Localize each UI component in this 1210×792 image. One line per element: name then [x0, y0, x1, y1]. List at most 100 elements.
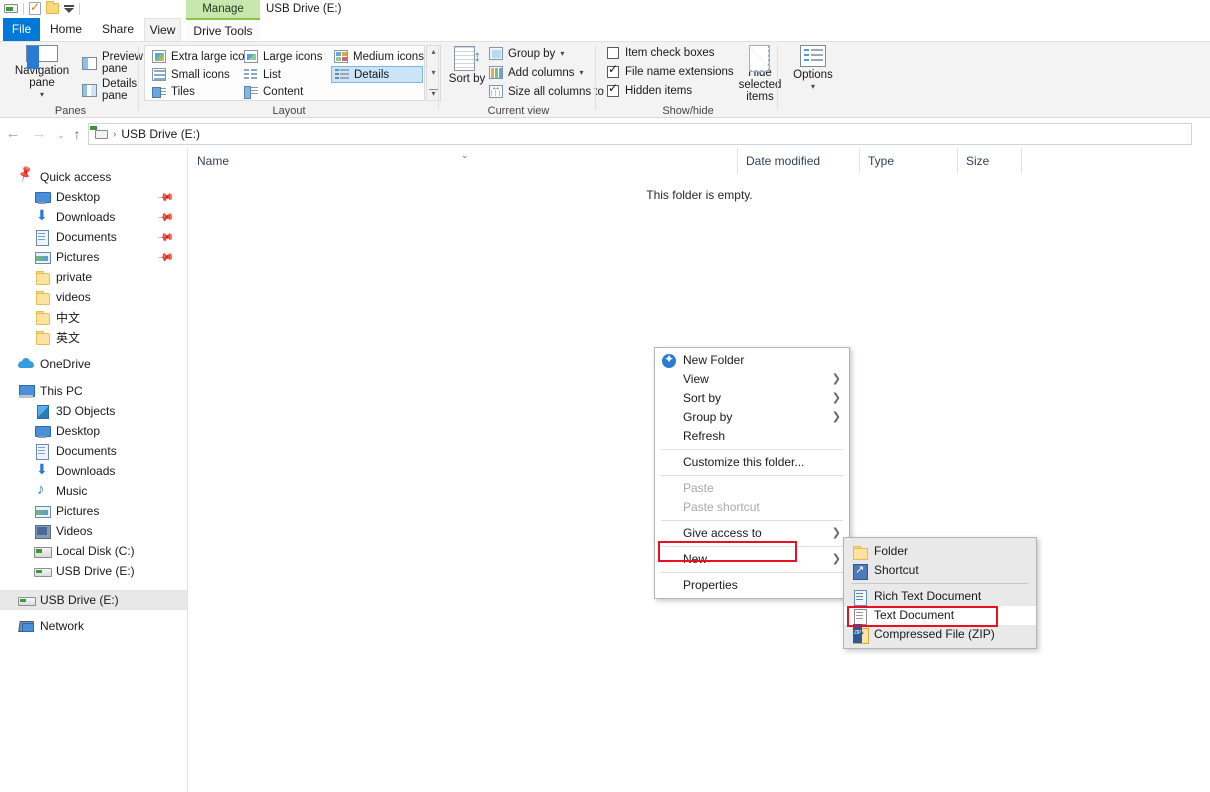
empty-folder-message: This folder is empty.	[189, 188, 1210, 202]
sidebar-item-desktop[interactable]: Desktop📌	[0, 187, 187, 207]
properties-icon[interactable]	[29, 2, 41, 15]
hidden-items-checkbox[interactable]: Hidden items	[607, 85, 692, 97]
context-menu-item-refresh[interactable]: Refresh	[655, 427, 849, 446]
layout-content[interactable]: Content	[241, 83, 329, 100]
extra-large-icons-icon	[152, 50, 166, 63]
address-input[interactable]: › USB Drive (E:)	[88, 123, 1192, 145]
pin-icon[interactable]: 📌	[157, 248, 176, 267]
sidebar-item-[interactable]: 中文	[0, 307, 187, 327]
back-button[interactable]: ←	[4, 125, 22, 143]
scroll-up-icon[interactable]: ▴	[431, 48, 435, 56]
column-header-date-modified[interactable]: Date modified	[738, 148, 860, 174]
new-submenu-item-text-document[interactable]: Text Document	[844, 606, 1036, 625]
menu-item-label: Folder	[874, 544, 908, 558]
sidebar-item-this-pc[interactable]: This PC	[0, 381, 187, 401]
column-header-blank[interactable]	[1022, 148, 1210, 174]
sidebar-item-label: Documents	[56, 230, 117, 244]
sidebar-item-videos[interactable]: videos	[0, 287, 187, 307]
layout-extra-large-icons[interactable]: Extra large icons	[149, 48, 239, 65]
context-menu-item-give-access-to[interactable]: Give access to❯	[655, 524, 849, 543]
sidebar-item-usb-drive-e[interactable]: USB Drive (E:)	[0, 561, 187, 581]
details-icon	[335, 68, 349, 81]
sidebar-item-documents[interactable]: Documents 📌	[0, 227, 187, 247]
add-columns-button[interactable]: Add columns ▾	[489, 66, 584, 79]
forward-button[interactable]: →	[30, 125, 48, 143]
layout-large-icons[interactable]: Large icons	[241, 48, 329, 65]
scroll-down-icon[interactable]: ▾	[431, 69, 435, 77]
context-menu-item-customize-this-folder[interactable]: Customize this folder...	[655, 453, 849, 472]
sidebar-item-label: videos	[56, 290, 91, 304]
this-pc-icon	[18, 383, 34, 399]
tab-view[interactable]: View	[144, 18, 181, 41]
sidebar-item-downloads[interactable]: Downloads	[0, 461, 187, 481]
column-header-size[interactable]: Size	[958, 148, 1022, 174]
layout-small-icons[interactable]: Small icons	[149, 66, 239, 83]
pin-icon[interactable]: 📌	[157, 228, 176, 247]
sidebar-item-[interactable]: 英文	[0, 327, 187, 347]
up-button[interactable]: ↑	[68, 125, 86, 143]
sidebar-item-videos[interactable]: Videos	[0, 521, 187, 541]
new-submenu-item-shortcut[interactable]: Shortcut	[844, 561, 1036, 580]
tab-home[interactable]: Home	[40, 18, 92, 41]
pin-icon[interactable]: 📌	[157, 208, 176, 227]
pin-icon[interactable]: 📌	[157, 188, 176, 207]
sidebar-item-label: Music	[56, 484, 87, 498]
file-explorer-window: Manage USB Drive (E:) File Home Share Vi…	[0, 0, 1210, 792]
sidebar-item-pictures[interactable]: Pictures📌	[0, 247, 187, 267]
sidebar-item-onedrive[interactable]: OneDrive	[0, 354, 187, 374]
sidebar-item-local-disk-c[interactable]: Local Disk (C:)	[0, 541, 187, 561]
sidebar-item-quick-access[interactable]: Quick access	[0, 167, 187, 187]
tab-drive-tools[interactable]: Drive Tools	[186, 18, 260, 41]
new-submenu-item-compressed-file-zip[interactable]: Compressed File (ZIP)	[844, 625, 1036, 644]
context-menu-item-properties[interactable]: Properties	[655, 576, 849, 595]
navigation-pane-button[interactable]: Navigation pane ▾	[8, 45, 76, 101]
tab-file[interactable]: File	[3, 18, 40, 41]
file-name-extensions-checkbox[interactable]: File name extensions	[607, 66, 734, 78]
sidebar-item-desktop[interactable]: Desktop	[0, 421, 187, 441]
sidebar-item-music[interactable]: Music	[0, 481, 187, 501]
new-folder-icon[interactable]	[46, 3, 59, 14]
sidebar-item-documents[interactable]: Documents	[0, 441, 187, 461]
sidebar-item-network[interactable]: Network	[0, 616, 187, 636]
layout-medium-icons[interactable]: Medium icons	[331, 48, 423, 65]
context-menu-item-group-by[interactable]: Group by❯	[655, 408, 849, 427]
details-pane-button[interactable]: Details pane	[82, 78, 139, 102]
gallery-more-icon[interactable]: ▾	[429, 89, 438, 98]
breadcrumb-separator-icon[interactable]: ›	[113, 129, 116, 140]
sort-by-button[interactable]: Sort by	[447, 45, 487, 101]
checkbox-icon[interactable]	[607, 47, 619, 59]
item-check-boxes-checkbox[interactable]: Item check boxes	[607, 47, 714, 59]
breadcrumb-path[interactable]: USB Drive (E:)	[121, 127, 200, 141]
sidebar-item-downloads[interactable]: Downloads📌	[0, 207, 187, 227]
zip-arrow-icon	[856, 628, 864, 634]
sidebar-item-pictures[interactable]: Pictures	[0, 501, 187, 521]
layout-tiles[interactable]: Tiles	[149, 83, 239, 100]
sidebar-item-private[interactable]: private	[0, 267, 187, 287]
sidebar-item-3d-objects[interactable]: 3D Objects	[0, 401, 187, 421]
new-submenu[interactable]: Folder Shortcut Rich Text DocumentText Doc…	[843, 537, 1037, 649]
tab-share[interactable]: Share	[92, 18, 144, 41]
preview-pane-button[interactable]: Preview pane	[82, 51, 143, 75]
menu-item-label: Give access to	[683, 526, 762, 540]
checkbox-checked-icon[interactable]	[607, 85, 619, 97]
layout-details[interactable]: Details	[331, 66, 423, 83]
new-submenu-item-rich-text-document[interactable]: Rich Text Document	[844, 587, 1036, 606]
layout-list[interactable]: List	[241, 66, 329, 83]
context-menu-item-new-folder[interactable]: New Folder	[655, 351, 849, 370]
checkbox-checked-icon[interactable]	[607, 66, 619, 78]
customize-quick-access-icon[interactable]	[64, 5, 74, 13]
sidebar-item-label: USB Drive (E:)	[40, 593, 119, 607]
sidebar-item-usb-drive-e[interactable]: USB Drive (E:)	[0, 590, 187, 610]
details-pane-icon	[82, 84, 97, 97]
size-all-columns-button[interactable]: Size all columns to fit	[489, 85, 616, 98]
context-menu-item-new[interactable]: New❯	[655, 550, 849, 569]
context-menu-item-sort-by[interactable]: Sort by❯	[655, 389, 849, 408]
context-menu-item-view[interactable]: View❯	[655, 370, 849, 389]
options-button[interactable]: Options ▾	[786, 45, 840, 103]
column-header-type[interactable]: Type	[860, 148, 958, 174]
group-by-button[interactable]: Group by ▾	[489, 47, 564, 60]
usb-drive-icon	[4, 4, 18, 13]
navigation-pane[interactable]: Quick accessDesktop📌Downloads📌Documents📌…	[0, 148, 188, 792]
context-menu[interactable]: New FolderView❯Sort by❯Group by❯Refresh C…	[654, 347, 850, 599]
new-submenu-item-folder[interactable]: Folder	[844, 542, 1036, 561]
